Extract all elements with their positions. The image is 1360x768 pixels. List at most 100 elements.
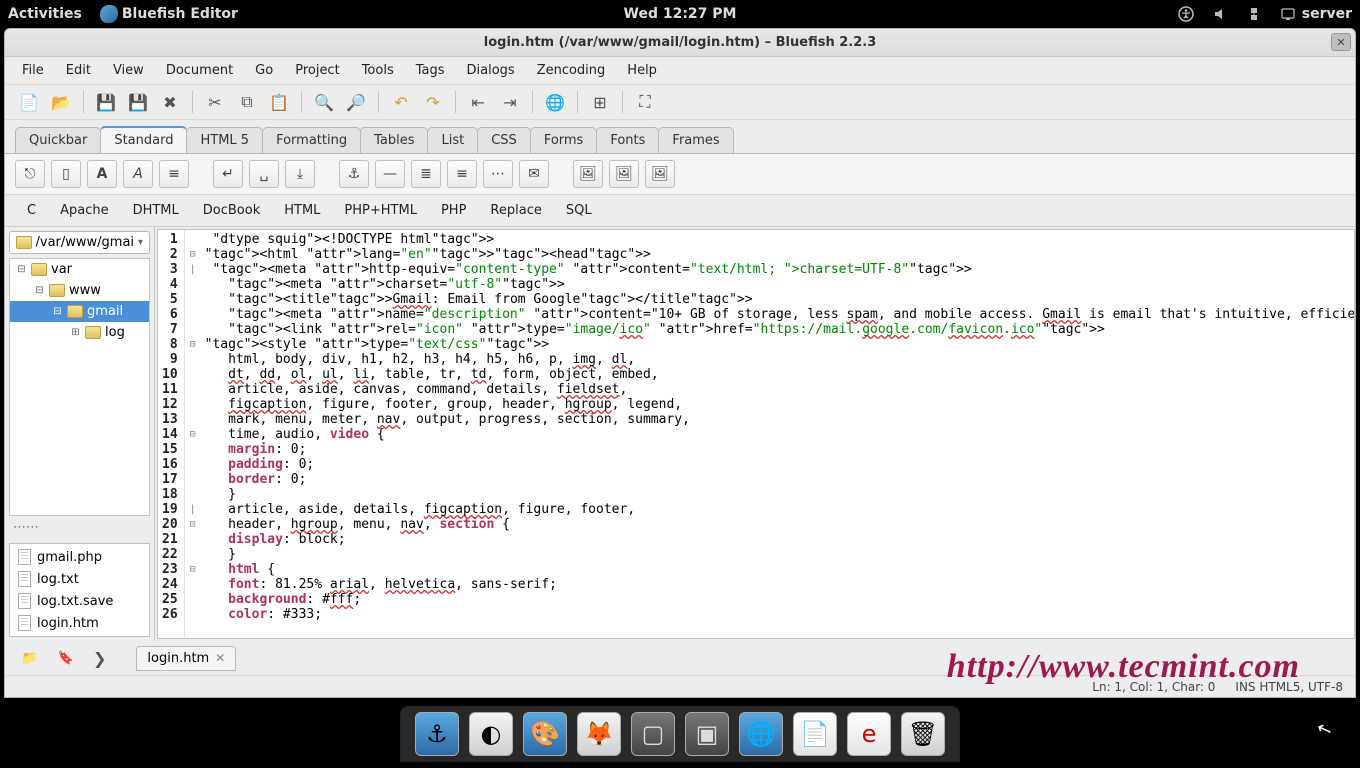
lang-apache[interactable]: Apache [48,199,121,222]
menu-tools[interactable]: Tools [351,59,405,82]
lang-docbook[interactable]: DocBook [191,199,272,222]
menu-document[interactable]: Document [155,59,244,82]
dock-bluefish-icon[interactable]: ⚓ [415,712,459,756]
fullscreen-icon[interactable]: ⛶ [631,89,659,115]
file-gmail-php[interactable]: gmail.php [10,546,149,568]
dock-document-icon[interactable]: 📄 [793,712,837,756]
close-tab-icon[interactable]: ✕ [215,651,225,665]
anchor-down-icon[interactable]: ⤓ [285,160,315,188]
code-area[interactable]: "dtype squig"><!DOCTYPE html"tagc">> "ta… [201,230,1354,638]
accessibility-icon[interactable] [1178,6,1194,22]
close-file-icon[interactable]: ✖ [156,89,184,115]
menu-project[interactable]: Project [284,59,350,82]
break-icon[interactable]: ↵ [213,160,243,188]
find-icon[interactable]: 🔍 [310,89,338,115]
tab-frames[interactable]: Frames [658,127,733,153]
file-log-txt-save[interactable]: log.txt.save [10,590,149,612]
lang-html[interactable]: HTML [272,199,332,222]
lang-replace[interactable]: Replace [478,199,553,222]
menu-dialogs[interactable]: Dialogs [456,59,526,82]
tab-fonts[interactable]: Fonts [596,127,659,153]
tab-quickbar[interactable]: Quickbar [15,127,101,153]
path-combo[interactable]: /var/www/gmail [9,231,150,254]
email-icon[interactable]: ✉ [519,160,549,188]
body-icon[interactable]: ▯ [51,160,81,188]
tab-standard[interactable]: Standard [100,126,187,153]
code-editor[interactable]: 1234567891011121314151617181920212223242… [157,229,1355,639]
find-replace-icon[interactable]: 🔎 [342,89,370,115]
activities-button[interactable]: Activities [8,6,82,22]
file-login-htm[interactable]: login.htm [10,612,149,634]
lang-phpplushtml[interactable]: PHP+HTML [332,199,429,222]
paste-icon[interactable]: 📋 [265,89,293,115]
tab-formatting[interactable]: Formatting [262,127,361,153]
menu-help[interactable]: Help [616,59,668,82]
menu-file[interactable]: File [11,59,55,82]
menu-zencoding[interactable]: Zencoding [526,59,617,82]
center-icon[interactable]: ≣ [411,160,441,188]
tab-tables[interactable]: Tables [360,127,428,153]
tree-www[interactable]: ⊟www [10,280,149,301]
save-icon[interactable]: 💾 [92,89,120,115]
user-menu[interactable]: server [1280,6,1352,22]
open-file-icon[interactable]: 📂 [47,89,75,115]
active-app[interactable]: Bluefish Editor [100,5,238,23]
multi-thumb-icon[interactable]: 🖼 [645,160,675,188]
anchor-icon[interactable]: ⚓ [339,160,369,188]
tab-forms[interactable]: Forms [530,127,598,153]
menu-go[interactable]: Go [244,59,284,82]
bold-icon[interactable]: A [87,160,117,188]
document-tab[interactable]: login.htm ✕ [136,646,236,671]
image-icon[interactable]: 🖼 [573,160,603,188]
dock-terminal2-icon[interactable]: ▣ [685,712,729,756]
menu-view[interactable]: View [102,59,155,82]
comment-icon[interactable]: ⋯ [483,160,513,188]
dock-chromium-icon[interactable]: ◐ [469,712,513,756]
fold-column[interactable]: ⊟|⊟⊟|⊟⊟ [185,230,201,638]
dock-terminal-icon[interactable]: ▢ [631,712,675,756]
volume-icon[interactable] [1212,6,1228,22]
chevron-right-icon[interactable]: ❯ [87,649,112,668]
tab-html5[interactable]: HTML 5 [186,127,263,153]
network-icon[interactable] [1246,6,1262,22]
new-file-icon[interactable]: 📄 [15,89,43,115]
preview-browser-icon[interactable]: 🌐 [541,89,569,115]
tree-log[interactable]: ⊞log [10,322,149,343]
thumbnail-icon[interactable]: 🖼 [609,160,639,188]
menu-edit[interactable]: Edit [55,59,102,82]
paragraph-icon[interactable]: ≡ [159,160,189,188]
close-button[interactable]: ✕ [1331,33,1351,51]
rightalign-icon[interactable]: ≡ [447,160,477,188]
cut-icon[interactable]: ✂ [201,89,229,115]
bookmarks-tab-icon[interactable]: 🔖 [51,645,81,671]
lang-dhtml[interactable]: DHTML [121,199,191,222]
tree-var[interactable]: ⊟var [10,259,149,280]
dock-reader-icon[interactable]: e [847,712,891,756]
lang-sql[interactable]: SQL [554,199,604,222]
folder-tree[interactable]: ⊟var⊟www⊟gmail⊞log [9,258,150,516]
dock-browser-icon[interactable]: 🌐 [739,712,783,756]
tab-list[interactable]: List [427,127,478,153]
preferences-icon[interactable]: ⊞ [586,89,614,115]
nbsp-icon[interactable]: ␣ [249,160,279,188]
lang-c[interactable]: C [15,199,48,222]
undo-icon[interactable]: ↶ [387,89,415,115]
lang-php[interactable]: PHP [429,199,478,222]
indent-icon[interactable]: ⇥ [496,89,524,115]
save-as-icon[interactable]: 💾 [124,89,152,115]
dock-trash-icon[interactable]: 🗑 [901,712,945,756]
copy-icon[interactable]: ⧉ [233,89,261,115]
hr-icon[interactable]: — [375,160,405,188]
menu-tags[interactable]: Tags [405,59,456,82]
clock[interactable]: Wed 12:27 PM [624,6,737,22]
tab-css[interactable]: CSS [477,127,531,153]
redo-icon[interactable]: ↷ [419,89,447,115]
titlebar[interactable]: login.htm (/var/www/gmail/login.htm) – B… [5,29,1355,57]
file-browser-tab-icon[interactable]: 📁 [15,645,45,671]
quickstart-icon[interactable]: ⎋ [15,160,45,188]
file-log-txt[interactable]: log.txt [10,568,149,590]
unindent-icon[interactable]: ⇤ [464,89,492,115]
italic-icon[interactable]: A [123,160,153,188]
dock-gimp2-icon[interactable]: 🦊 [577,712,621,756]
dock-gimp-icon[interactable]: 🎨 [523,712,567,756]
